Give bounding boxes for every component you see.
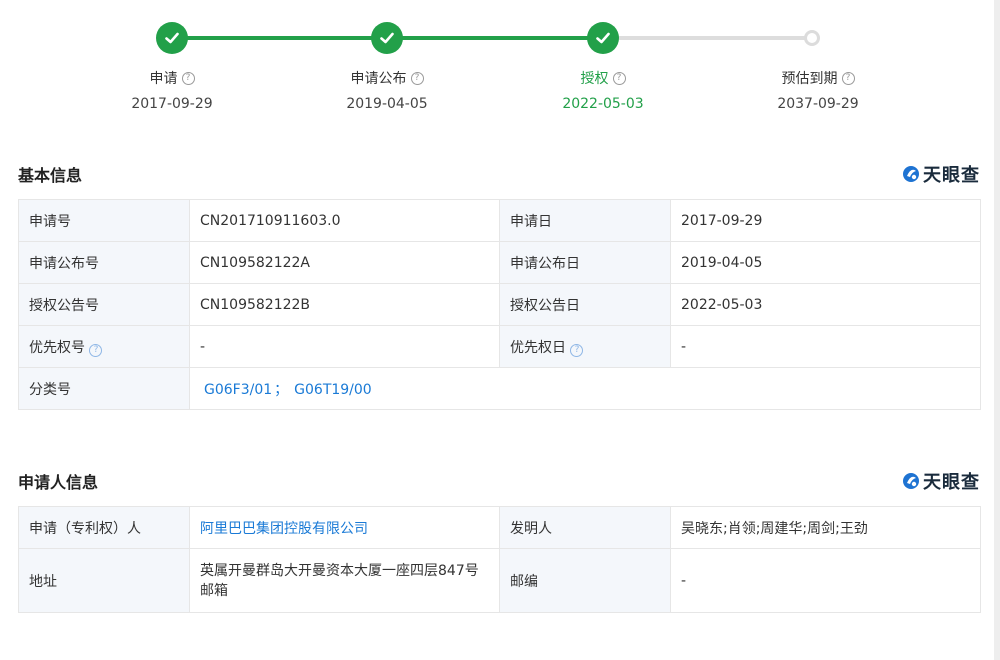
help-icon[interactable]: ? — [570, 343, 584, 357]
field-label: 分类号 — [18, 367, 190, 410]
timeline-step-expire: 预估到期? 2037-09-29 — [718, 68, 918, 112]
tianyancha-logo-icon — [903, 166, 919, 182]
field-value: 阿里巴巴集团控股有限公司 — [189, 506, 500, 549]
timeline-step-date: 2019-04-05 — [346, 96, 428, 112]
help-icon[interactable]: ? — [89, 343, 103, 357]
help-icon[interactable]: ? — [841, 71, 855, 85]
field-label-priority-date: 优先权日 ? — [499, 325, 671, 368]
table-row: 优先权号 ? - 优先权日 ? - — [18, 325, 981, 368]
field-label: 申请公布号 — [18, 241, 190, 284]
table-row: 申请（专利权）人 阿里巴巴集团控股有限公司 发明人 吴晓东;肖领;周建华;周剑;… — [18, 506, 981, 549]
check-icon — [596, 32, 610, 44]
table-row: 分类号 G06F3/01； G06T19/00 — [18, 367, 981, 410]
basic-info-table: 申请号 CN201710911603.0 申请日 2017-09-29 申请公布… — [18, 199, 981, 410]
section-title: 申请人信息 — [18, 473, 99, 492]
field-label: 授权公告号 — [18, 283, 190, 326]
field-label: 邮编 — [499, 548, 671, 613]
table-row: 申请号 CN201710911603.0 申请日 2017-09-29 — [18, 199, 981, 242]
field-value: 2022-05-03 — [670, 283, 981, 326]
help-icon[interactable]: ? — [612, 71, 626, 85]
timeline-node-apply — [156, 22, 188, 54]
timeline-step-grant: 授权? 2022-05-03 — [503, 68, 703, 112]
timeline-step-date: 2022-05-03 — [562, 96, 644, 112]
field-value: CN201710911603.0 — [189, 199, 500, 242]
timeline-step-date: 2037-09-29 — [777, 96, 859, 112]
applicant-link[interactable]: 阿里巴巴集团控股有限公司 — [200, 521, 368, 537]
timeline-step-date: 2017-09-29 — [131, 96, 213, 112]
field-value: - — [670, 325, 981, 368]
check-icon — [380, 32, 394, 44]
help-icon[interactable]: ? — [410, 71, 424, 85]
timeline-step-apply: 申请? 2017-09-29 — [72, 68, 272, 112]
applicant-info-header: 申请人信息 天眼查 — [18, 469, 980, 493]
classification-link[interactable]: G06T19/00 — [294, 382, 372, 398]
check-icon — [165, 32, 179, 44]
timeline-step-label: 申请公布 — [350, 71, 407, 87]
patent-timeline: 申请? 2017-09-29 申请公布? 2019-04-05 授权? 2022… — [0, 0, 1000, 130]
brand-logo[interactable]: 天眼查 — [901, 468, 980, 494]
field-label: 地址 — [18, 548, 190, 613]
field-value: CN109582122A — [189, 241, 500, 284]
classification-separator: ； — [274, 381, 289, 398]
field-value: 英属开曼群岛大开曼资本大厦一座四层847号邮箱 — [189, 548, 500, 613]
classification-link[interactable]: G06F3/01 — [204, 382, 272, 398]
field-label: 申请号 — [18, 199, 190, 242]
field-label-priority-number: 优先权号 ? — [18, 325, 190, 368]
brand-name: 天眼查 — [923, 472, 980, 493]
timeline-step-publish: 申请公布? 2019-04-05 — [287, 68, 487, 112]
timeline-step-label: 申请 — [149, 71, 178, 87]
applicant-info-table: 申请（专利权）人 阿里巴巴集团控股有限公司 发明人 吴晓东;肖领;周建华;周剑;… — [18, 506, 981, 613]
basic-info-header: 基本信息 天眼查 — [18, 162, 980, 186]
field-value: CN109582122B — [189, 283, 500, 326]
field-value: - — [189, 325, 500, 368]
timeline-node-publish — [371, 22, 403, 54]
brand-name: 天眼查 — [923, 165, 980, 186]
brand-logo[interactable]: 天眼查 — [901, 161, 980, 187]
field-label: 申请日 — [499, 199, 671, 242]
field-value: 吴晓东;肖领;周建华;周剑;王劲 — [670, 506, 981, 549]
timeline-step-label: 授权 — [580, 71, 609, 87]
timeline-step-label: 预估到期 — [781, 71, 838, 87]
field-label: 发明人 — [499, 506, 671, 549]
field-label: 申请（专利权）人 — [18, 506, 190, 549]
field-label: 授权公告日 — [499, 283, 671, 326]
section-title: 基本信息 — [18, 166, 83, 185]
field-value: 2019-04-05 — [670, 241, 981, 284]
field-label-text: 优先权号 — [29, 339, 85, 356]
timeline-remaining-line — [602, 36, 812, 40]
field-label: 申请公布日 — [499, 241, 671, 284]
tianyancha-logo-icon — [903, 473, 919, 489]
field-value: - — [670, 548, 981, 613]
field-value: 2017-09-29 — [670, 199, 981, 242]
table-row: 授权公告号 CN109582122B 授权公告日 2022-05-03 — [18, 283, 981, 326]
classification-codes: G06F3/01； G06T19/00 — [189, 367, 981, 410]
field-label-text: 优先权日 — [510, 339, 566, 356]
help-icon[interactable]: ? — [181, 71, 195, 85]
table-row: 地址 英属开曼群岛大开曼资本大厦一座四层847号邮箱 邮编 - — [18, 548, 981, 613]
timeline-node-grant — [587, 22, 619, 54]
table-row: 申请公布号 CN109582122A 申请公布日 2019-04-05 — [18, 241, 981, 284]
timeline-node-expire — [804, 30, 820, 46]
